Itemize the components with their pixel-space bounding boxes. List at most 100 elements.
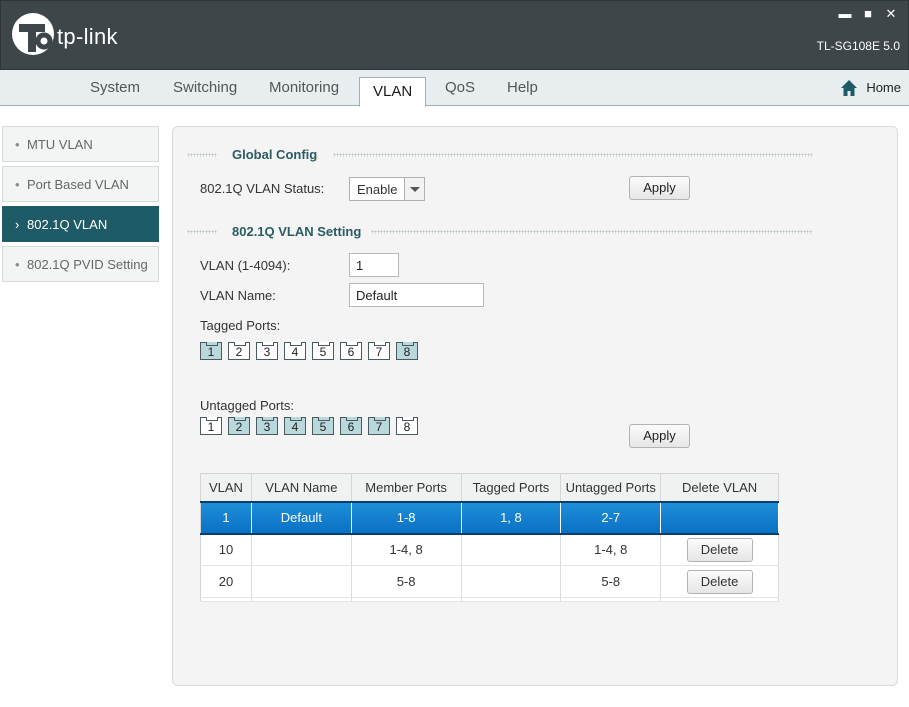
vlan-id-input[interactable]: 1 bbox=[349, 253, 399, 277]
section-divider bbox=[371, 230, 813, 234]
vlan-setting-apply-button[interactable]: Apply bbox=[629, 424, 690, 448]
column-header-untagged-ports: Untagged Ports bbox=[560, 473, 662, 502]
sidebar-item-label: Port Based VLAN bbox=[27, 177, 129, 192]
vlan-name-label: VLAN Name: bbox=[200, 288, 276, 303]
chevron-right-icon: › bbox=[15, 217, 20, 232]
sidebar-item-label: MTU VLAN bbox=[27, 137, 93, 152]
untagged-port-3[interactable]: 3 bbox=[256, 417, 278, 435]
cell-member-ports: 1-4, 8 bbox=[351, 533, 462, 566]
untagged-port-6[interactable]: 6 bbox=[340, 417, 362, 435]
maximize-icon[interactable]: ■ bbox=[861, 7, 875, 21]
logo-text: tp-link bbox=[57, 24, 118, 49]
sidebar-item-8021q-pvid-setting[interactable]: • 802.1Q PVID Setting bbox=[2, 246, 159, 282]
sidebar-item-label: 802.1Q PVID Setting bbox=[27, 257, 148, 272]
home-link[interactable]: Home bbox=[841, 80, 901, 96]
untagged-port-1[interactable]: 1 bbox=[200, 417, 222, 435]
tagged-ports-label: Tagged Ports: bbox=[200, 318, 281, 333]
tab-help[interactable]: Help bbox=[507, 79, 538, 96]
sidebar-item-port-based-vlan[interactable]: • Port Based VLAN bbox=[2, 166, 159, 202]
tagged-port-4[interactable]: 4 bbox=[284, 342, 306, 360]
cell-vlan-name: Default bbox=[251, 500, 352, 535]
cell-tagged-ports bbox=[461, 533, 562, 566]
tagged-port-8[interactable]: 8 bbox=[396, 342, 418, 360]
tagged-port-6[interactable]: 6 bbox=[340, 342, 362, 360]
cell-empty bbox=[461, 597, 562, 602]
cell-vlan: 20 bbox=[200, 565, 252, 598]
tagged-port-5[interactable]: 5 bbox=[312, 342, 334, 360]
vlan-setting-title: 802.1Q VLAN Setting bbox=[232, 224, 362, 239]
tagged-port-2[interactable]: 2 bbox=[228, 342, 250, 360]
cell-delete: Delete bbox=[660, 565, 779, 598]
cell-untagged-ports: 2-7 bbox=[560, 500, 662, 535]
global-config-title: Global Config bbox=[232, 147, 318, 162]
tagged-port-3[interactable]: 3 bbox=[256, 342, 278, 360]
table-row[interactable]: 1 Default 1-8 1, 8 2-7 bbox=[200, 500, 779, 535]
column-header-vlan: VLAN bbox=[200, 473, 252, 502]
cell-member-ports: 5-8 bbox=[351, 565, 462, 598]
tagged-port-1[interactable]: 1 bbox=[200, 342, 222, 360]
bullet-icon: • bbox=[15, 257, 20, 272]
vlan-status-value: Enable bbox=[357, 182, 398, 197]
cell-empty bbox=[251, 597, 352, 602]
sidebar-item-mtu-vlan[interactable]: • MTU VLAN bbox=[2, 126, 159, 162]
section-divider bbox=[187, 230, 217, 234]
home-icon bbox=[841, 80, 858, 96]
tagged-port-7[interactable]: 7 bbox=[368, 342, 390, 360]
app-header: tp-link ▬ ■ ✕ TL-SG108E 5.0 bbox=[0, 0, 909, 70]
cell-tagged-ports bbox=[461, 565, 562, 598]
cell-vlan-name bbox=[251, 565, 352, 598]
cell-delete: Delete bbox=[660, 533, 779, 566]
sidebar: • MTU VLAN • Port Based VLAN › 802.1Q VLAN … bbox=[0, 106, 163, 707]
cell-vlan-name bbox=[251, 533, 352, 566]
global-apply-button[interactable]: Apply bbox=[629, 176, 690, 200]
vlan-status-select[interactable]: Enable bbox=[349, 177, 425, 201]
column-header-delete-vlan: Delete VLAN bbox=[660, 473, 779, 502]
cell-empty bbox=[200, 597, 252, 602]
table-header-row: VLAN VLAN Name Member Ports Tagged Ports… bbox=[200, 473, 779, 502]
main-tabs: System Switching Monitoring VLAN QoS Hel… bbox=[0, 70, 909, 107]
delete-vlan-button[interactable]: Delete bbox=[686, 569, 753, 594]
close-icon[interactable]: ✕ bbox=[884, 7, 898, 21]
untagged-port-4[interactable]: 4 bbox=[284, 417, 306, 435]
cell-empty bbox=[560, 597, 662, 602]
cell-vlan: 10 bbox=[200, 533, 252, 566]
model-label: TL-SG108E 5.0 bbox=[816, 39, 900, 53]
tab-qos[interactable]: QoS bbox=[445, 79, 475, 96]
untagged-port-8[interactable]: 8 bbox=[396, 417, 418, 435]
delete-vlan-button[interactable]: Delete bbox=[686, 537, 753, 562]
table-row[interactable]: 10 1-4, 8 1-4, 8 Delete bbox=[200, 533, 779, 566]
section-divider bbox=[333, 153, 813, 157]
sidebar-item-label: 802.1Q VLAN bbox=[27, 217, 108, 232]
table-row bbox=[200, 597, 779, 602]
minimize-icon[interactable]: ▬ bbox=[838, 7, 852, 21]
sidebar-item-8021q-vlan[interactable]: › 802.1Q VLAN bbox=[2, 206, 159, 242]
chevron-down-icon[interactable] bbox=[404, 178, 424, 200]
cell-delete bbox=[660, 500, 779, 535]
section-divider bbox=[187, 153, 217, 157]
cell-tagged-ports: 1, 8 bbox=[461, 500, 562, 535]
untagged-port-2[interactable]: 2 bbox=[228, 417, 250, 435]
cell-untagged-ports: 1-4, 8 bbox=[560, 533, 662, 566]
untagged-port-5[interactable]: 5 bbox=[312, 417, 334, 435]
bullet-icon: • bbox=[15, 177, 20, 192]
column-header-member-ports: Member Ports bbox=[351, 473, 462, 502]
column-header-tagged-ports: Tagged Ports bbox=[461, 473, 562, 502]
tab-vlan[interactable]: VLAN bbox=[359, 77, 427, 107]
column-header-vlan-name: VLAN Name bbox=[251, 473, 352, 502]
table-row[interactable]: 20 5-8 5-8 Delete bbox=[200, 565, 779, 598]
vlan-name-input[interactable]: Default bbox=[349, 283, 484, 307]
tab-monitoring[interactable]: Monitoring bbox=[269, 79, 339, 96]
vlan-table: VLAN VLAN Name Member Ports Tagged Ports… bbox=[200, 473, 779, 602]
cell-vlan: 1 bbox=[200, 500, 252, 535]
tab-system[interactable]: System bbox=[90, 79, 140, 96]
vlan-id-label: VLAN (1-4094): bbox=[200, 258, 291, 273]
untagged-port-7[interactable]: 7 bbox=[368, 417, 390, 435]
bullet-icon: • bbox=[15, 137, 20, 152]
tab-switching[interactable]: Switching bbox=[173, 79, 237, 96]
cell-untagged-ports: 5-8 bbox=[560, 565, 662, 598]
content-panel: Global Config 802.1Q VLAN Status: Enable… bbox=[172, 126, 898, 686]
cell-empty bbox=[351, 597, 462, 602]
home-label: Home bbox=[866, 80, 901, 95]
untagged-ports-label: Untagged Ports: bbox=[200, 398, 294, 413]
vlan-status-label: 802.1Q VLAN Status: bbox=[200, 181, 325, 196]
